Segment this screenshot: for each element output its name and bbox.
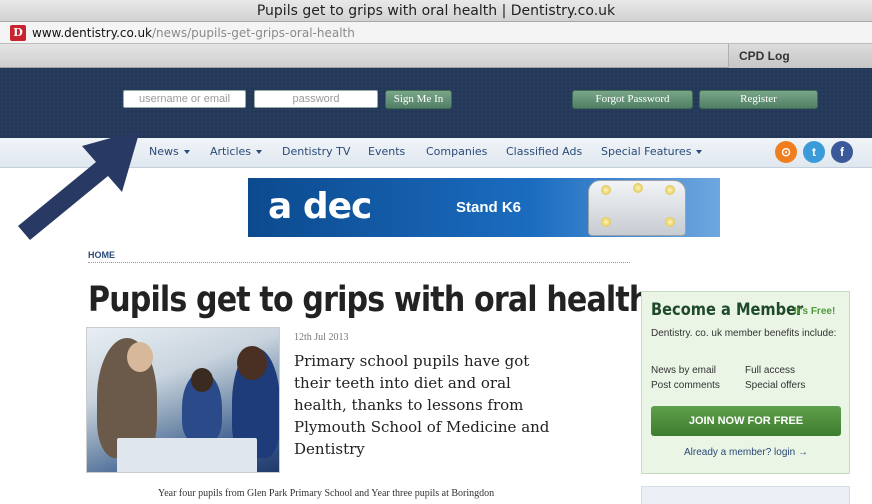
rss-icon[interactable]: ⊙ — [775, 141, 797, 163]
nav-special-features-label: Special Features — [601, 145, 692, 158]
nav-dentistry-tv[interactable]: Dentistry TV — [282, 138, 350, 168]
url-text[interactable]: www.dentistry.co.uk/news/pupils-get-grip… — [32, 25, 355, 41]
breadcrumb-divider — [88, 262, 630, 263]
browser-window: Pupils get to grips with oral health | D… — [0, 0, 872, 504]
light-bulb — [665, 217, 675, 227]
login-band: username or email password Sign Me In Fo… — [0, 68, 872, 138]
member-box-text: Dentistry. co. uk member benefits includ… — [651, 328, 837, 339]
favicon-icon: D — [10, 25, 26, 41]
join-now-button[interactable]: JOIN NOW FOR FREE — [651, 406, 841, 436]
light-bulb — [665, 185, 675, 195]
light-bulb — [601, 217, 611, 227]
breadcrumb-home[interactable]: HOME — [88, 250, 115, 260]
password-input[interactable]: password — [254, 90, 378, 108]
nav-companies[interactable]: Companies — [426, 138, 487, 168]
sign-in-button[interactable]: Sign Me In — [385, 90, 452, 109]
member-login-link[interactable]: Already a member? login → — [684, 447, 808, 458]
ad-banner[interactable]: a dec Stand K6 — [248, 178, 720, 237]
article-body-start: Year four pupils from Glen Park Primary … — [158, 488, 495, 499]
dental-light-image — [588, 180, 686, 236]
article-date: 12th Jul 2013 — [294, 332, 349, 343]
nav-articles[interactable]: Articles — [210, 138, 263, 168]
nav-articles-label: Articles — [210, 145, 252, 158]
banner-stand-text: Stand K6 — [456, 199, 522, 216]
photo-face — [191, 368, 213, 392]
member-box: Become a Member It's Free! Dentistry. co… — [641, 291, 850, 474]
benefit-item: Post comments — [651, 380, 720, 391]
photo-face — [237, 346, 267, 380]
nav-classified-ads[interactable]: Classified Ads — [506, 138, 582, 168]
bookmark-bar: CPD Log — [0, 44, 872, 68]
url-path: /news/pupils-get-grips-oral-health — [152, 26, 355, 40]
sidebar-next-box — [641, 486, 850, 504]
benefit-item: Full access — [745, 365, 796, 376]
chevron-down-icon — [696, 150, 703, 154]
page-title: Pupils get to grips with oral health — [88, 280, 650, 320]
nav-special-features[interactable]: Special Features — [601, 138, 703, 168]
benefit-item: Special offers — [745, 380, 806, 391]
photo-table — [117, 438, 257, 472]
chevron-down-icon — [183, 150, 190, 154]
window-title: Pupils get to grips with oral health | D… — [0, 0, 872, 22]
facebook-icon[interactable]: f — [831, 141, 853, 163]
username-input[interactable]: username or email — [123, 90, 246, 108]
url-host: www.dentistry.co.uk — [32, 26, 152, 40]
chevron-down-icon — [256, 150, 263, 154]
forgot-password-button[interactable]: Forgot Password — [572, 90, 693, 109]
cpd-log-tab[interactable]: CPD Log — [728, 44, 872, 68]
adec-logo: a dec — [268, 186, 372, 227]
twitter-icon[interactable]: t — [803, 141, 825, 163]
article-photo — [86, 327, 280, 473]
member-box-title: Become a Member — [651, 300, 804, 320]
nav-events[interactable]: Events — [368, 138, 405, 168]
light-bulb — [633, 183, 643, 193]
photo-face — [127, 342, 153, 372]
nav-news-label: News — [149, 145, 179, 158]
main-nav: News Articles Dentistry TV Events Compan… — [0, 138, 872, 168]
address-bar[interactable]: D www.dentistry.co.uk/news/pupils-get-gr… — [0, 22, 872, 44]
light-bulb — [601, 185, 611, 195]
member-box-free: It's Free! — [794, 306, 836, 317]
article-standfirst: Primary school pupils have got their tee… — [294, 352, 550, 458]
benefit-item: News by email — [651, 365, 717, 376]
nav-news[interactable]: News — [149, 138, 190, 168]
register-button[interactable]: Register — [699, 90, 818, 109]
